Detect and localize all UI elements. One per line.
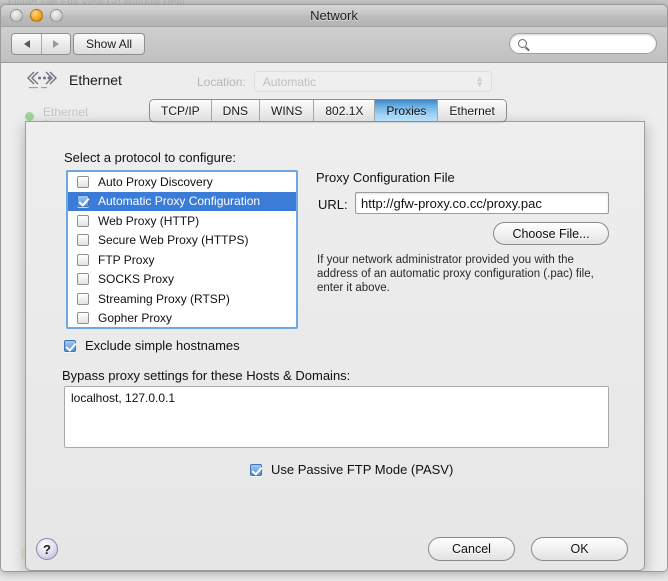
chevron-updown-icon: ▲ ▼ — [475, 74, 484, 89]
checkbox[interactable] — [77, 253, 89, 266]
checkbox[interactable] — [77, 292, 89, 305]
url-field[interactable] — [355, 192, 609, 214]
status-dot — [25, 112, 34, 121]
protocol-label: Web Proxy (HTTP) — [98, 213, 200, 228]
bypass-label: Bypass proxy settings for these Hosts & … — [62, 368, 351, 383]
location-popup[interactable]: Automatic ▲ ▼ — [253, 71, 492, 92]
navigation-segmented-control — [11, 33, 71, 55]
tab-ethernet[interactable]: Ethernet — [437, 100, 506, 121]
tab-label: Proxies — [386, 103, 427, 118]
passive-ftp-checkbox[interactable] — [250, 463, 262, 476]
tab-dns[interactable]: DNS — [210, 100, 260, 121]
choose-file-label: Choose File... — [512, 226, 590, 241]
tab-label: Ethernet — [449, 103, 495, 118]
protocol-row-streaming-proxy-rtsp[interactable]: Streaming Proxy (RTSP) — [68, 289, 296, 309]
proxy-configuration-file-title: Proxy Configuration File — [316, 170, 455, 185]
protocol-label: Secure Web Proxy (HTTPS) — [98, 233, 249, 248]
location-label: Location: — [197, 74, 246, 89]
protocol-row-ftp-proxy[interactable]: FTP Proxy — [68, 250, 296, 270]
passive-ftp-row[interactable]: Use Passive FTP Mode (PASV) — [250, 462, 453, 477]
back-button[interactable] — [12, 34, 41, 54]
exclude-simple-hostnames-row[interactable]: Exclude simple hostnames — [64, 338, 240, 353]
protocol-label: SOCKS Proxy — [98, 272, 175, 287]
search-input[interactable] — [532, 36, 642, 51]
checkbox[interactable] — [77, 273, 89, 286]
checkbox[interactable] — [77, 175, 89, 188]
checkbox[interactable] — [77, 312, 89, 325]
show-all-button[interactable]: Show All — [73, 33, 146, 55]
protocol-row-socks-proxy[interactable]: SOCKS Proxy — [68, 270, 296, 290]
checkbox[interactable] — [77, 234, 89, 247]
service-name: Ethernet — [69, 72, 122, 88]
url-label: URL: — [318, 197, 348, 212]
cancel-button[interactable]: Cancel — [428, 537, 515, 561]
protocol-label: FTP Proxy — [98, 252, 155, 267]
tab-8021x[interactable]: 802.1X — [313, 100, 375, 121]
protocol-list[interactable]: Auto Proxy Discovery Automatic Proxy Con… — [66, 170, 298, 329]
screen: Finder File Edit View Go Window Help Net… — [0, 0, 668, 581]
bypass-value: localhost, 127.0.0.1 — [71, 391, 176, 405]
help-button[interactable]: ? — [36, 538, 58, 560]
protocol-label: Auto Proxy Discovery — [98, 174, 213, 189]
toolbar: Show All — [1, 27, 667, 63]
passive-ftp-label: Use Passive FTP Mode (PASV) — [271, 462, 454, 477]
bypass-textarea[interactable]: localhost, 127.0.0.1 — [64, 386, 609, 448]
exclude-simple-hostnames-checkbox[interactable] — [64, 339, 76, 352]
protocol-label: Gopher Proxy — [98, 311, 173, 326]
window-title: Network — [310, 8, 358, 23]
location-row: Location: Automatic ▲ ▼ — [197, 71, 492, 92]
protocol-row-secure-web-proxy-https[interactable]: Secure Web Proxy (HTTPS) — [68, 231, 296, 251]
service-header: Ethernet — [25, 69, 122, 91]
tab-label: WINS — [271, 103, 303, 118]
ok-label: OK — [570, 542, 589, 556]
location-value: Automatic — [262, 74, 317, 89]
chevron-right-icon — [53, 40, 59, 48]
tab-label: TCP/IP — [161, 103, 200, 118]
window-content: Ethernet Location: Automatic ▲ ▼ Ethernet… — [1, 63, 667, 571]
search-icon — [518, 39, 527, 48]
help-icon: ? — [43, 541, 51, 557]
protocol-row-web-proxy-http[interactable]: Web Proxy (HTTP) — [68, 211, 296, 231]
cancel-label: Cancel — [452, 542, 491, 556]
ok-button[interactable]: OK — [531, 537, 628, 561]
tab-label: 802.1X — [325, 103, 364, 118]
tab-proxies[interactable]: Proxies — [374, 100, 438, 121]
forward-button[interactable] — [41, 34, 70, 54]
tab-label: DNS — [222, 103, 249, 118]
protocol-label: Automatic Proxy Configuration — [98, 194, 261, 209]
protocol-row-automatic-proxy-configuration[interactable]: Automatic Proxy Configuration — [68, 191, 296, 211]
proxies-tab-bar: TCP/IP DNS WINS 802.1X Proxies Ethernet — [149, 99, 507, 122]
tab-wins[interactable]: WINS — [259, 100, 314, 121]
protocol-row-auto-proxy-discovery[interactable]: Auto Proxy Discovery — [68, 172, 296, 192]
search-field[interactable] — [509, 33, 657, 54]
tab-tcpip[interactable]: TCP/IP — [150, 100, 211, 121]
chevron-left-icon — [23, 40, 30, 48]
window-titlebar[interactable]: Network — [1, 5, 667, 27]
ethernet-icon — [27, 71, 57, 89]
exclude-simple-hostnames-label: Exclude simple hostnames — [85, 338, 240, 353]
choose-file-button[interactable]: Choose File... — [493, 222, 609, 245]
checkbox[interactable] — [77, 195, 89, 208]
proxies-sheet: Select a protocol to configure: Auto Pro… — [25, 121, 645, 571]
protocol-prompt-label: Select a protocol to configure: — [64, 150, 236, 165]
pac-help-text: If your network administrator provided y… — [317, 254, 594, 294]
protocol-row-gopher-proxy[interactable]: Gopher Proxy — [68, 309, 296, 328]
show-all-label: Show All — [86, 37, 133, 51]
protocol-label: Streaming Proxy (RTSP) — [98, 291, 230, 306]
url-input[interactable] — [356, 195, 608, 211]
checkbox[interactable] — [77, 214, 89, 227]
network-preferences-window: Network Show All Ethernet Location: Auto… — [0, 4, 668, 572]
proxies-sheet-body: Select a protocol to configure: Auto Pro… — [26, 122, 644, 570]
